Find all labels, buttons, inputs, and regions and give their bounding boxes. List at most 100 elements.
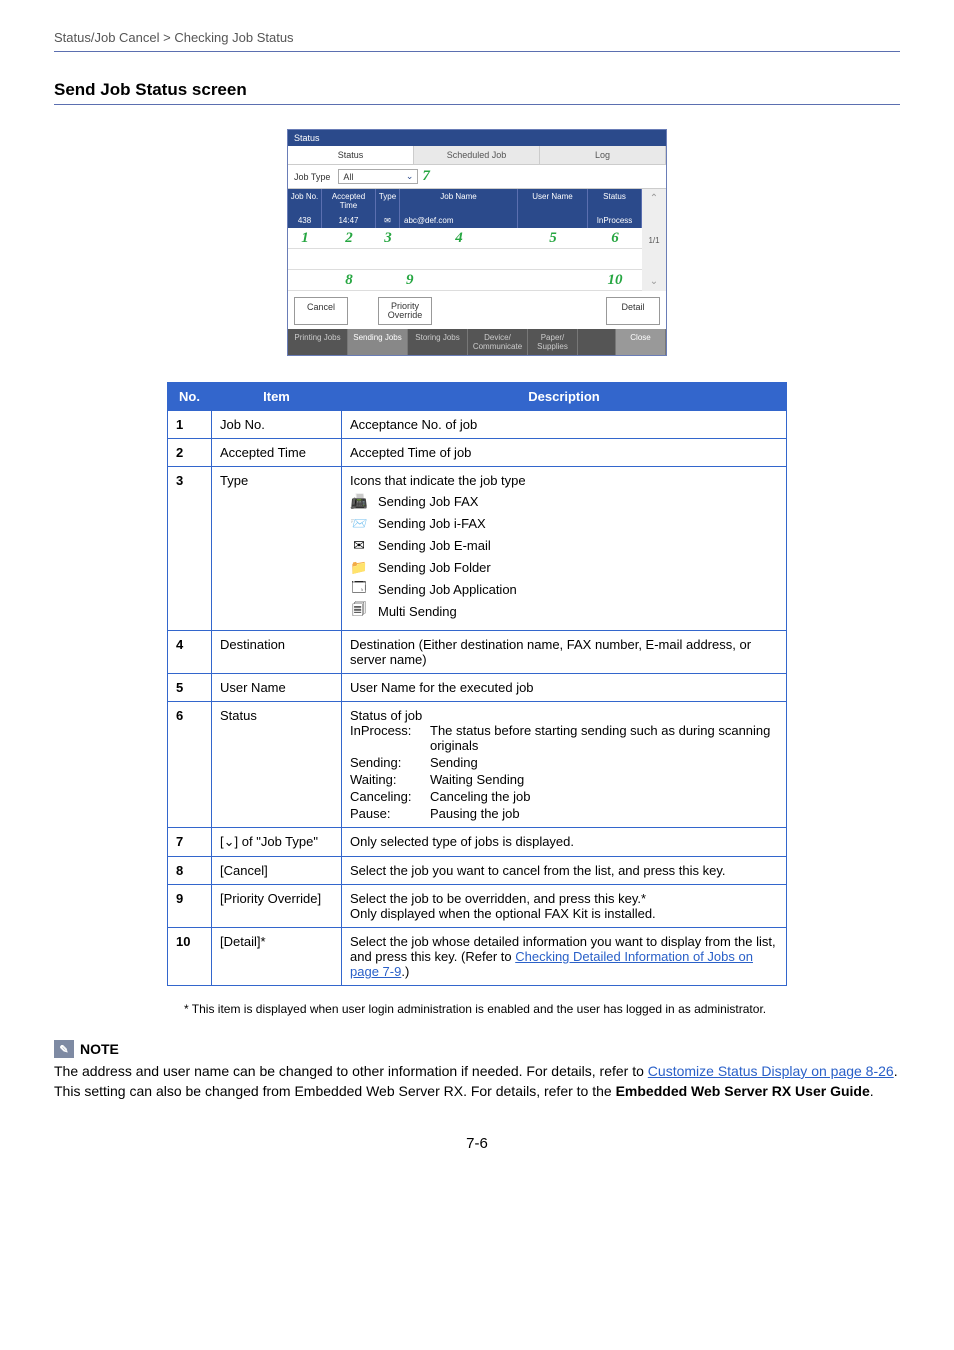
col-user: User Name — [518, 189, 588, 213]
section-title: Send Job Status screen — [54, 80, 900, 100]
type-label: Sending Job i-FAX — [378, 516, 486, 531]
priority-override-button[interactable]: Priority Override — [378, 297, 432, 325]
row-desc: Select the job to be overridden, and pre… — [342, 885, 787, 928]
footer-tab-paper[interactable]: Paper/ Supplies — [528, 329, 578, 355]
tab-log[interactable]: Log — [540, 146, 666, 165]
row-no: 6 — [176, 708, 183, 723]
row-item: [⌄] of "Job Type" — [212, 828, 342, 857]
folder-icon: 📁 — [350, 558, 368, 576]
application-icon: 🗔 — [350, 580, 368, 598]
col-type: Type — [376, 189, 400, 213]
job-type-value: All — [343, 172, 353, 182]
type-intro: Icons that indicate the job type — [350, 473, 778, 488]
tab-status[interactable]: Status — [288, 146, 414, 165]
callout-1: 1 — [301, 230, 309, 247]
table-row: 3 Type Icons that indicate the job type … — [168, 467, 787, 631]
note-box: ✎ NOTE The address and user name can be … — [54, 1040, 900, 1101]
callout-9: 9 — [406, 272, 414, 289]
note-icon: ✎ — [54, 1040, 74, 1058]
footnote: * This item is displayed when user login… — [184, 1002, 900, 1016]
row-item: [Cancel] — [212, 857, 342, 885]
multi-send-icon: 🗐 — [350, 602, 368, 620]
note-heading: NOTE — [80, 1041, 119, 1057]
callout-3: 3 — [384, 230, 392, 247]
cell-name: abc@def.com — [400, 213, 518, 228]
row-no: 5 — [176, 680, 183, 695]
customize-status-link[interactable]: Customize Status Display on page 8-26 — [648, 1063, 894, 1079]
status-val: Canceling the job — [430, 789, 778, 804]
close-button[interactable]: Close — [616, 329, 666, 355]
embedded-web-server-guide: Embedded Web Server RX User Guide — [616, 1083, 870, 1099]
screenshot-figure: Status Status Scheduled Job Log Job Type… — [54, 129, 900, 356]
chevron-up-icon: ⌃ — [650, 193, 658, 204]
row-no: 8 — [176, 863, 183, 878]
footer-tab-storing[interactable]: Storing Jobs — [408, 329, 468, 355]
callout-8: 8 — [345, 272, 353, 289]
row-desc: Acceptance No. of job — [342, 411, 787, 439]
th-desc: Description — [342, 383, 787, 411]
row-desc: Destination (Either destination name, FA… — [342, 631, 787, 674]
type-label: Sending Job Application — [378, 582, 517, 597]
scrollbar[interactable]: ⌃ 1/1 ⌄ — [642, 189, 666, 291]
row-desc: Icons that indicate the job type 📠 Sendin… — [342, 467, 787, 631]
row-item: Job No. — [212, 411, 342, 439]
status-key: Waiting: — [350, 772, 430, 787]
ifax-icon: 📨 — [350, 514, 368, 532]
col-name: Job Name — [400, 189, 518, 213]
detail-button[interactable]: Detail — [606, 297, 660, 325]
footer-tab-device[interactable]: Device/ Communicate — [468, 329, 528, 355]
row-no: 4 — [176, 637, 183, 652]
row-desc: Status of job InProcess:The status befor… — [342, 702, 787, 828]
row-item: Status — [212, 702, 342, 828]
table-row[interactable]: 438 14:47 ✉ abc@def.com InProcess — [288, 213, 642, 228]
title-underline — [54, 104, 900, 105]
note-body: The address and user name can be changed… — [54, 1062, 900, 1101]
type-label: Sending Job E-mail — [378, 538, 491, 553]
reference-table: No. Item Description 1 Job No. Acceptanc… — [167, 382, 787, 986]
table-row: 4 Destination Destination (Either destin… — [168, 631, 787, 674]
callout-2: 2 — [345, 230, 353, 247]
callout-5: 5 — [549, 230, 557, 247]
type-label: Sending Job FAX — [378, 494, 478, 509]
footer-tab-sending[interactable]: Sending Jobs — [348, 329, 408, 355]
row-no: 2 — [176, 445, 183, 460]
row-item: [Priority Override] — [212, 885, 342, 928]
status-key: InProcess: — [350, 723, 430, 753]
table-row: 6 Status Status of job InProcess:The sta… — [168, 702, 787, 828]
chevron-down-icon: ⌄ — [650, 276, 658, 287]
col-time: Accepted Time — [322, 189, 376, 213]
status-val: Pausing the job — [430, 806, 778, 821]
callout-6: 6 — [611, 230, 619, 247]
fax-icon: 📠 — [350, 492, 368, 510]
row-no: 10 — [176, 934, 190, 949]
page-indicator: 1/1 — [648, 236, 659, 245]
th-no: No. — [168, 383, 212, 411]
status-key: Pause: — [350, 806, 430, 821]
cancel-button[interactable]: Cancel — [294, 297, 348, 325]
row-item: [Detail]* — [212, 928, 342, 986]
table-row: 1 Job No. Acceptance No. of job — [168, 411, 787, 439]
callout-4: 4 — [455, 230, 463, 247]
table-row: 2 Accepted Time Accepted Time of job — [168, 439, 787, 467]
status-intro: Status of job — [350, 708, 778, 723]
email-icon: ✉ — [350, 536, 368, 554]
row-desc: Select the job whose detailed informatio… — [342, 928, 787, 986]
col-jobno: Job No. — [288, 189, 322, 213]
job-type-dropdown[interactable]: All ⌄ — [338, 169, 418, 184]
divider — [54, 51, 900, 52]
status-val: The status before starting sending such … — [430, 723, 778, 753]
row-no: 3 — [176, 473, 183, 488]
row-item: Type — [212, 467, 342, 631]
table-row: 10 [Detail]* Select the job whose detail… — [168, 928, 787, 986]
cell-type-icon: ✉ — [376, 213, 400, 228]
footer-tab-printing[interactable]: Printing Jobs — [288, 329, 348, 355]
row-desc: User Name for the executed job — [342, 674, 787, 702]
th-item: Item — [212, 383, 342, 411]
status-val: Waiting Sending — [430, 772, 778, 787]
panel-title: Status — [288, 130, 666, 146]
tab-scheduled[interactable]: Scheduled Job — [414, 146, 540, 165]
table-row: 5 User Name User Name for the executed j… — [168, 674, 787, 702]
callout-7: 7 — [422, 168, 430, 185]
type-label: Multi Sending — [378, 604, 457, 619]
status-key: Canceling: — [350, 789, 430, 804]
